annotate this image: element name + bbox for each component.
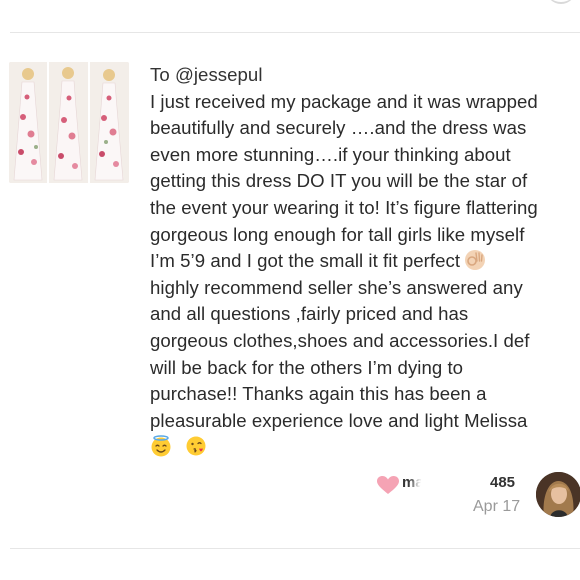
- top-divider: [10, 32, 580, 33]
- comment-line: gorgeous clothes,shoes and accessories.I…: [150, 329, 530, 351]
- user-avatar-icon: [536, 472, 580, 517]
- comment-line: purchase!! Thanks again this has been a: [150, 383, 487, 405]
- dress-photo-collage-icon: [9, 62, 129, 183]
- comment-line: the event your wearing it to! It’s figur…: [150, 196, 538, 218]
- comment-line: pleasurable experience love and light Me…: [150, 409, 528, 431]
- comment-emoji-row: [150, 434, 580, 462]
- comment-line: I’m 5’9 and I got the small it fit perfe…: [150, 250, 461, 272]
- listing-thumbnail[interactable]: [9, 62, 129, 183]
- comment-line-with-emoji: I’m 5’9 and I got the small it fit perfe…: [150, 248, 580, 275]
- comment-line: even more stunning….if your thinking abo…: [150, 143, 511, 165]
- comment-date: Apr 17: [473, 498, 521, 515]
- comment-line: and all questions ,fairly priced and has: [150, 303, 469, 325]
- author-username-tail[interactable]: 485: [490, 474, 515, 491]
- comment-line: beautifully and securely ….and the dress…: [150, 117, 527, 139]
- face-blowing-kiss-icon: [186, 436, 206, 456]
- comment-line: highly recommend seller she’s answered a…: [150, 276, 523, 298]
- comment-screen: To @jessepul I just received my package …: [0, 0, 580, 580]
- comment-line: I just received my package and it was wr…: [150, 90, 538, 112]
- top-edge-arc: [546, 0, 576, 4]
- author-avatar[interactable]: [536, 472, 580, 517]
- bottom-divider: [10, 548, 580, 549]
- comment-line: gorgeous long enough for tall girls like…: [150, 223, 525, 245]
- comment-body: To @jessepul I just received my package …: [150, 62, 580, 462]
- comment-recipient[interactable]: To @jessepul: [150, 62, 580, 89]
- comment-line: getting this dress DO IT you will be the…: [150, 170, 528, 192]
- heart-icon[interactable]: [376, 475, 400, 495]
- comment-line: will be back for the others I’m dying to: [150, 356, 464, 378]
- ok-hand-emoji-icon: [465, 250, 486, 271]
- smiling-face-with-halo-icon: [151, 435, 171, 457]
